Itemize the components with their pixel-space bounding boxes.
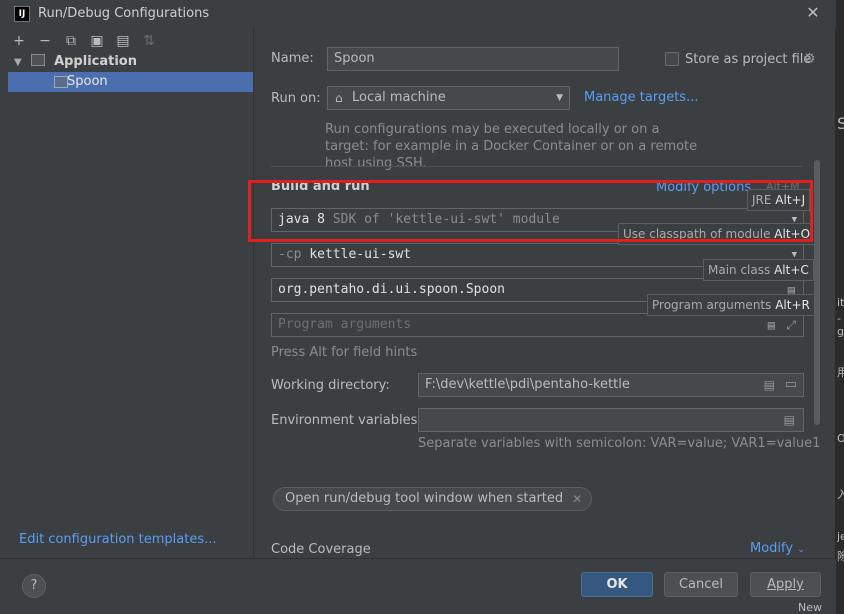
apply-label: Apply	[767, 577, 804, 592]
cp-value: kettle-ui-swt	[309, 247, 412, 262]
chevron-down-icon[interactable]: ▼	[14, 53, 26, 73]
background-text: New	[798, 601, 822, 614]
section-title: Build and run	[271, 179, 370, 194]
dialog-title: Run/Debug Configurations	[38, 6, 210, 21]
new-folder-icon[interactable]: ▤	[112, 31, 134, 51]
application-icon	[30, 54, 45, 66]
tooltip-text: Program arguments	[652, 298, 772, 312]
tooltip-key: Alt+R	[775, 298, 810, 312]
store-project-label: Store as project file	[685, 52, 812, 67]
sort-icon[interactable]: ⇅	[138, 31, 160, 51]
intellij-icon: IJ	[14, 6, 30, 22]
dialog-footer: ? OK Cancel Apply	[0, 558, 836, 614]
background-text: 用	[837, 366, 844, 379]
cancel-button[interactable]: Cancel	[664, 572, 738, 597]
configurations-panel: + − ⧉ ▣ ▤ ⇅ ▼ Application Spoon Edit con…	[0, 28, 254, 558]
modify-label: Modify	[750, 541, 794, 556]
run-on-label: Run on:	[271, 91, 321, 106]
run-on-description: Run configurations may be executed local…	[325, 122, 698, 171]
edit-templates-link[interactable]: Edit configuration templates...	[19, 532, 217, 547]
env-vars-input[interactable]: ▤	[418, 408, 804, 432]
ok-button[interactable]: OK	[581, 572, 653, 597]
store-project-checkbox[interactable]	[665, 52, 679, 66]
browse-icon[interactable]: ▤	[784, 409, 795, 431]
add-icon[interactable]: +	[8, 31, 30, 51]
config-tree: ▼ Application Spoon	[8, 52, 253, 92]
divider	[271, 166, 802, 167]
tooltip-key: Alt+O	[774, 227, 811, 241]
jre-hint-tooltip: JRE Alt+J	[747, 189, 811, 211]
background-text: Om	[837, 432, 844, 445]
tooltip-text: JRE	[752, 193, 772, 207]
code-coverage-label: Code Coverage	[271, 542, 371, 557]
program-args-hint-tooltip: Program arguments Alt+R	[647, 294, 815, 316]
edit-text-icon[interactable]: ▤	[768, 314, 775, 336]
config-toolbar: + − ⧉ ▣ ▤ ⇅	[8, 31, 160, 51]
chip-label: Open run/debug tool window when started	[285, 491, 564, 506]
folder-icon[interactable]: ▭	[785, 374, 797, 396]
open-tool-window-chip[interactable]: Open run/debug tool window when started …	[273, 487, 593, 511]
background-text: -g	[837, 312, 844, 338]
edit-text-icon[interactable]: ▤	[764, 374, 775, 396]
working-dir-label: Working directory:	[271, 378, 390, 393]
close-icon[interactable]: ✕	[572, 488, 582, 510]
program-args-placeholder: Program arguments	[278, 317, 412, 332]
title-bar: IJ Run/Debug Configurations ✕	[0, 0, 836, 28]
tree-group-label: Application	[54, 54, 137, 69]
manage-targets-link[interactable]: Manage targets...	[584, 90, 698, 105]
application-icon	[54, 76, 68, 88]
jre-description: SDK of 'kettle-ui-swt' module	[332, 212, 560, 227]
background-text: 隙	[837, 550, 844, 563]
run-on-select[interactable]: ⌂ Local machine ▼	[327, 86, 570, 110]
cp-prefix: -cp	[278, 247, 302, 262]
expand-icon[interactable]: ⤢	[786, 314, 796, 336]
modify-link[interactable]: Modify ⌄	[750, 541, 805, 556]
name-input[interactable]: Spoon	[327, 47, 619, 71]
tooltip-key: Alt+J	[775, 193, 806, 207]
apply-button[interactable]: Apply	[750, 572, 821, 597]
tree-item-label: Spoon	[67, 74, 108, 89]
tree-group-application[interactable]: ▼ Application	[8, 52, 253, 72]
tooltip-text: Main class	[708, 263, 771, 277]
program-args-input[interactable]: Program arguments ▤ ⤢	[271, 313, 804, 337]
working-dir-input[interactable]: F:\dev\kettle\pdi\pentaho-kettle ▤ ▭	[418, 373, 804, 397]
jre-version: java 8	[278, 212, 325, 227]
main-class-hint-tooltip: Main class Alt+C	[703, 259, 814, 281]
alt-hint-text: Press Alt for field hints	[271, 345, 418, 360]
home-icon: ⌂	[335, 91, 343, 105]
help-button[interactable]: ?	[22, 574, 46, 598]
run-on-value: Local machine	[352, 90, 446, 105]
env-vars-hint: Separate variables with semicolon: VAR=v…	[418, 436, 821, 451]
tooltip-key: Alt+C	[774, 263, 809, 277]
copy-icon[interactable]: ⧉	[60, 31, 82, 51]
background-text: 入	[837, 488, 844, 501]
main-class-value: org.pentaho.di.ui.spoon.Spoon	[278, 282, 505, 297]
name-label: Name:	[271, 51, 314, 66]
remove-icon[interactable]: −	[34, 31, 56, 51]
classpath-hint-tooltip: Use classpath of module Alt+O	[618, 223, 816, 245]
form-scrollbar[interactable]	[814, 160, 820, 425]
background-text: je	[837, 530, 844, 543]
env-vars-label: Environment variables:	[271, 413, 422, 428]
working-dir-value: F:\dev\kettle\pdi\pentaho-kettle	[425, 377, 630, 392]
chevron-down-icon: ▼	[556, 93, 563, 103]
background-text: S	[837, 114, 844, 133]
tree-item-spoon[interactable]: Spoon	[8, 72, 253, 92]
save-icon[interactable]: ▣	[86, 31, 108, 51]
tooltip-text: Use classpath of module	[623, 227, 771, 241]
chevron-down-icon: ⌄	[797, 545, 805, 555]
gear-icon[interactable]: ⚙	[803, 51, 816, 67]
modify-options-label: Modify options	[656, 180, 752, 195]
background-text: it	[837, 296, 844, 309]
close-icon[interactable]: ✕	[803, 3, 823, 23]
